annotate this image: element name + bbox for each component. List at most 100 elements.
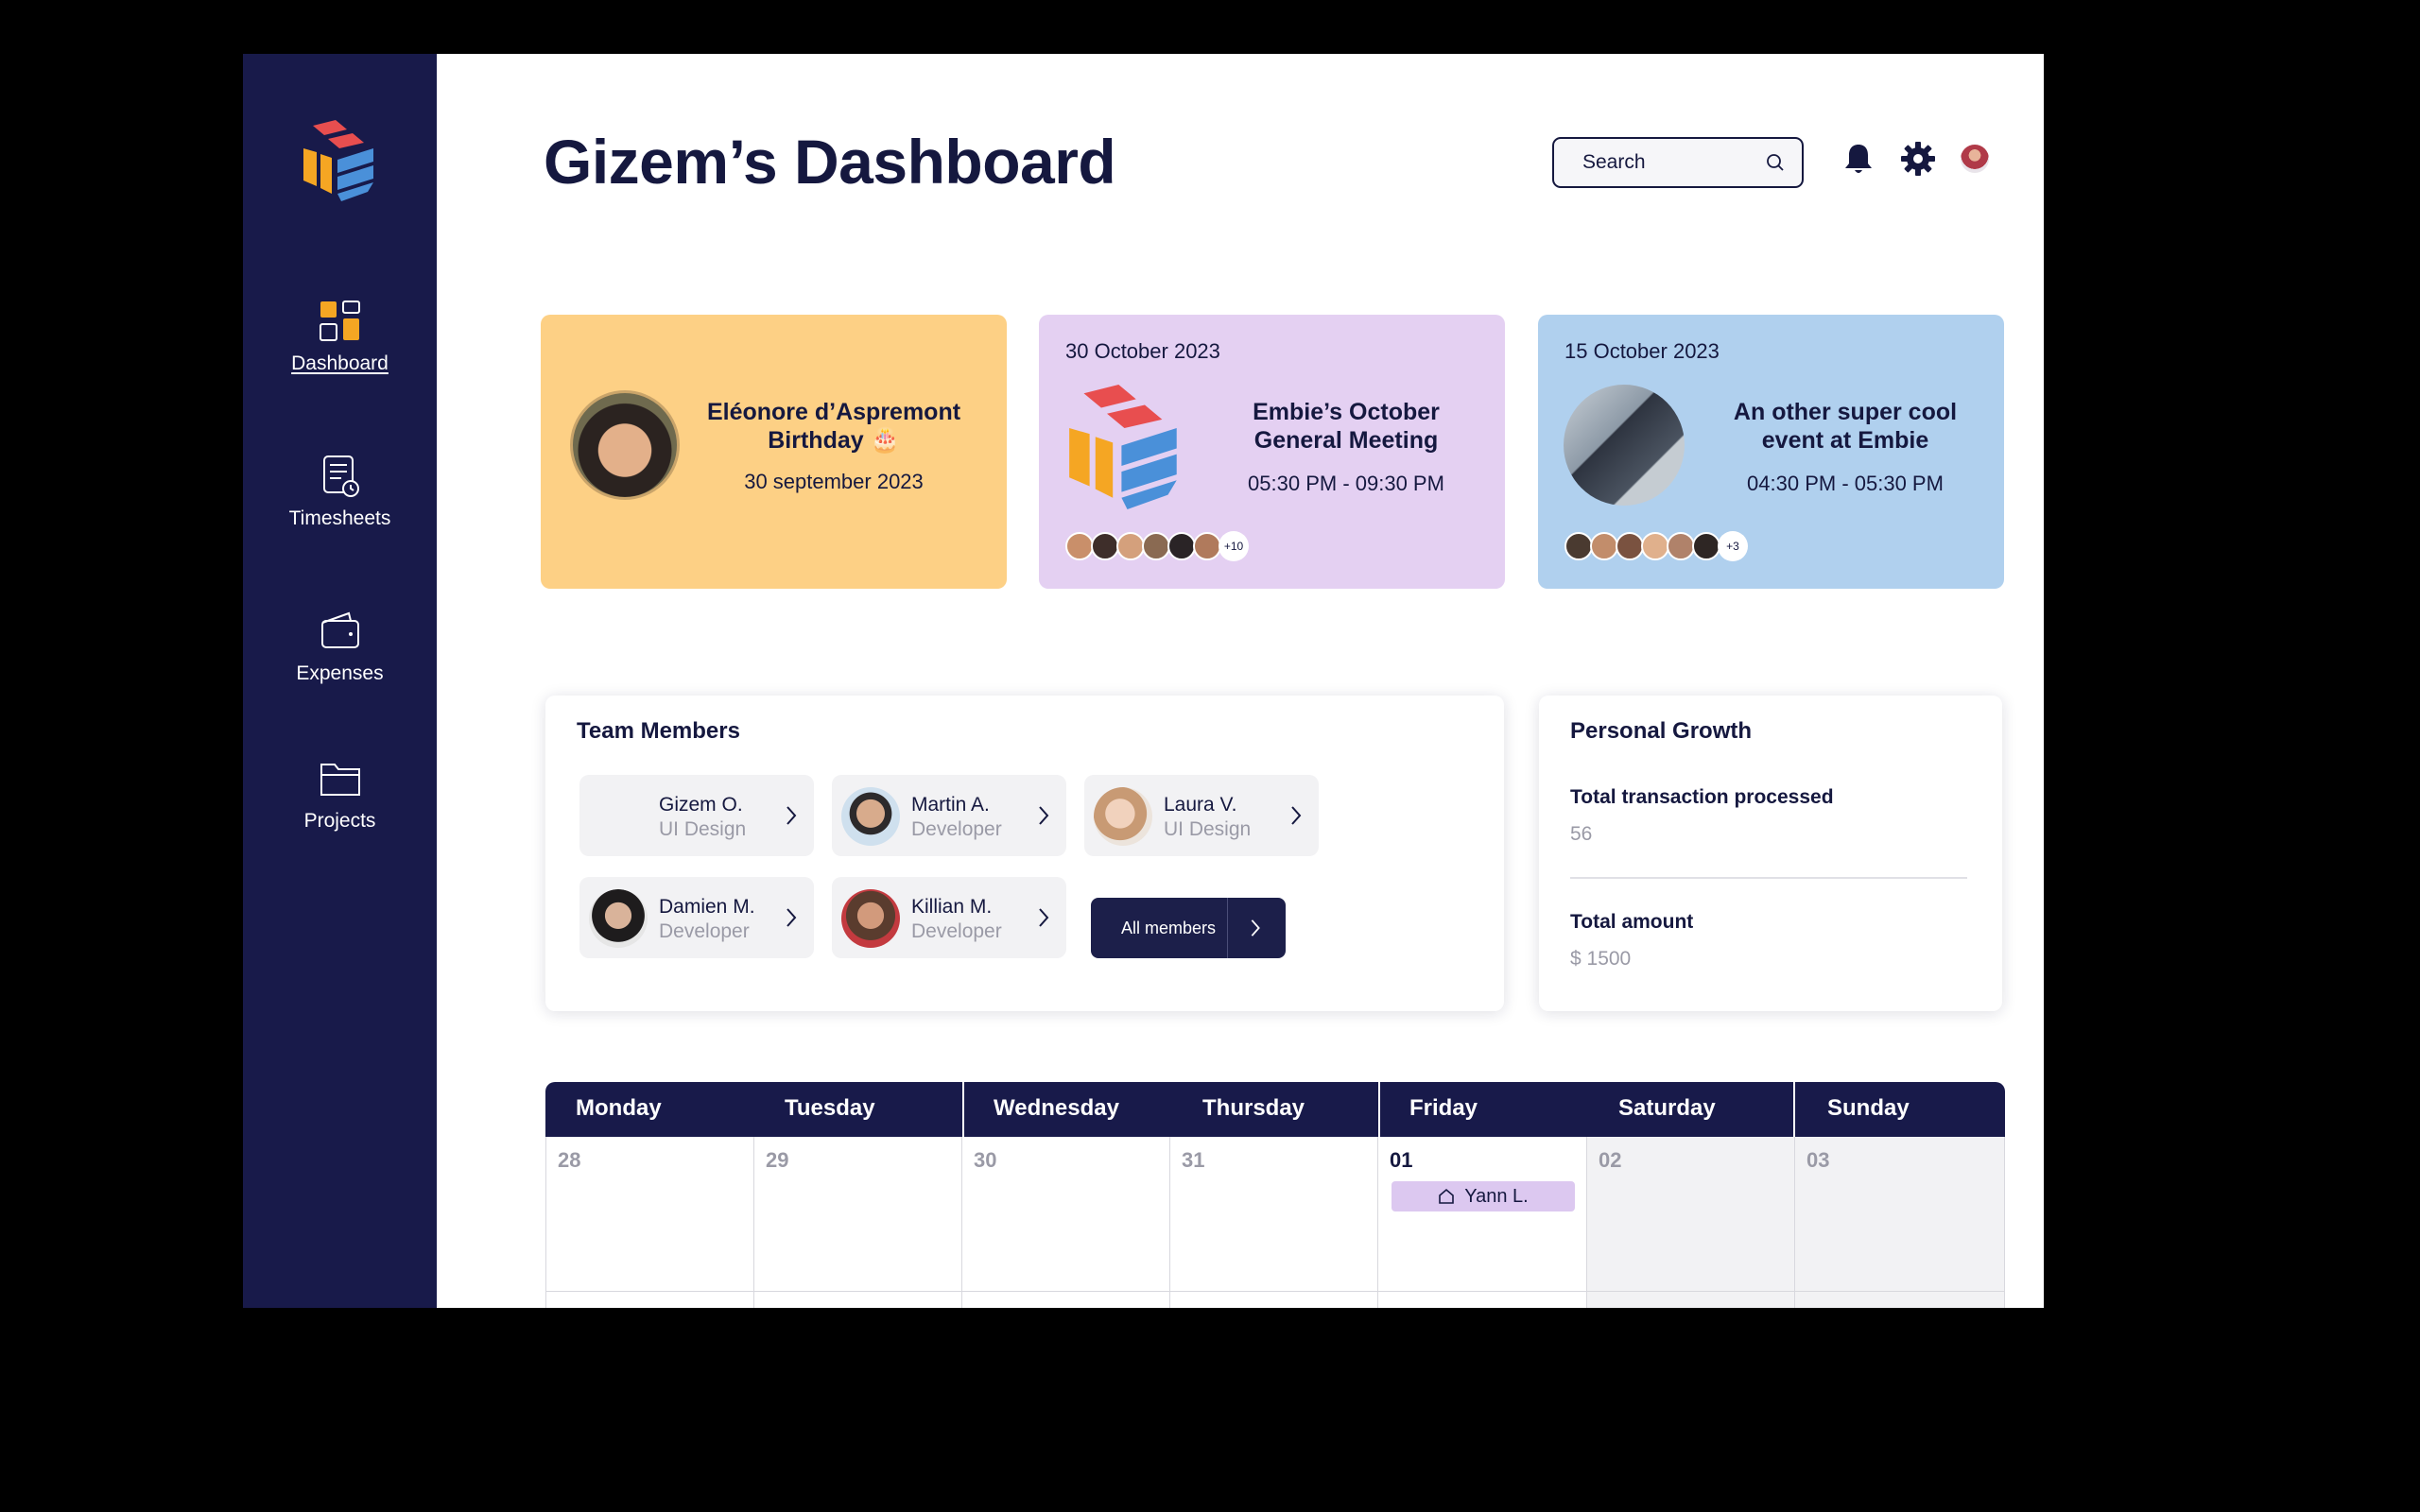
member-name: Damien M.: [659, 896, 755, 918]
member-name: Martin A.: [911, 794, 990, 816]
calendar-day-cell[interactable]: 30: [962, 1137, 1170, 1292]
member-name: Laura V.: [1164, 794, 1237, 816]
home-icon: [1439, 1188, 1455, 1204]
member-avatar: [589, 787, 648, 846]
button-divider: [1227, 898, 1228, 958]
sidebar-item-projects[interactable]: Projects: [243, 757, 437, 833]
sidebar-item-label: Dashboard: [291, 352, 389, 374]
attendee-avatars[interactable]: +10: [1065, 531, 1249, 561]
cool-event-card[interactable]: 15 October 2023 An other super cool even…: [1538, 315, 2004, 589]
team-members-panel: Team Members Gizem O. UI Design Martin A…: [545, 696, 1504, 1011]
event-title: Embie’s October General Meeting: [1253, 399, 1440, 454]
metric-label: Total amount: [1570, 911, 1694, 933]
calendar-day-cell[interactable]: [962, 1292, 1170, 1308]
day-number: 29: [766, 1148, 789, 1172]
day-name: Thursday: [1202, 1095, 1305, 1121]
day-name: Saturday: [1618, 1095, 1716, 1121]
day-name: Tuesday: [785, 1095, 875, 1121]
attendee-avatars[interactable]: +3: [1564, 531, 1748, 561]
chevron-right-icon: [1291, 806, 1302, 825]
attendee-avatar: [1564, 532, 1593, 560]
calendar-day-cell-today[interactable]: 01 Yann L.: [1378, 1137, 1587, 1292]
attendee-avatar: [1167, 532, 1196, 560]
sidebar-item-timesheets[interactable]: Timesheets: [243, 455, 437, 530]
dashboard-grid-icon: [319, 301, 360, 341]
search-box[interactable]: [1552, 137, 1804, 188]
calendar-day-cell[interactable]: 28: [545, 1137, 754, 1292]
calendar-header: Monday Tuesday Wednesday Thursday Friday…: [545, 1082, 2005, 1137]
calendar-day-cell[interactable]: 03: [1795, 1137, 2005, 1292]
sidebar-item-label: Projects: [303, 810, 376, 832]
personal-growth-panel: Personal Growth Total transaction proces…: [1539, 696, 2002, 1011]
team-member-card[interactable]: Gizem O. UI Design: [579, 775, 814, 856]
divider: [1570, 877, 1967, 879]
chevron-right-icon: [786, 806, 797, 825]
meeting-event-card[interactable]: 30 October 2023 Embie’s October General …: [1039, 315, 1505, 589]
chevron-right-icon: [1039, 806, 1049, 825]
day-number: 03: [1806, 1148, 1830, 1172]
birthday-date: 30 september 2023: [744, 470, 924, 493]
more-attendees-badge: +3: [1718, 531, 1748, 561]
all-members-button[interactable]: All members: [1091, 898, 1286, 958]
birthday-card[interactable]: Eléonore d’Aspremont Birthday 🎂 30 septe…: [541, 315, 1007, 589]
calendar-day-cell[interactable]: [1587, 1292, 1795, 1308]
calendar-day-cell[interactable]: 02: [1587, 1137, 1795, 1292]
member-role: Developer: [659, 920, 750, 942]
sidebar-item-label: Expenses: [296, 662, 384, 684]
search-input[interactable]: [1582, 151, 1753, 174]
day-number: 31: [1182, 1148, 1205, 1172]
team-member-card[interactable]: Damien M. Developer: [579, 877, 814, 958]
team-member-card[interactable]: Martin A. Developer: [832, 775, 1066, 856]
calendar-day-cell[interactable]: 29: [754, 1137, 962, 1292]
member-avatar: [1094, 787, 1152, 846]
team-member-card[interactable]: Killian M. Developer: [832, 877, 1066, 958]
birthday-title: Eléonore d’Aspremont Birthday 🎂: [706, 399, 961, 454]
calendar-day-cell[interactable]: [754, 1292, 962, 1308]
member-role: Developer: [911, 818, 1002, 840]
panel-title: Team Members: [577, 718, 740, 744]
calendar-day-cell[interactable]: [1795, 1292, 2005, 1308]
member-name: Killian M.: [911, 896, 993, 918]
app-window: Dashboard Timesheets Expenses Projects G…: [243, 54, 2044, 1308]
panel-title: Personal Growth: [1570, 718, 1753, 744]
bell-icon[interactable]: [1841, 141, 1876, 177]
metric-value: $ 1500: [1570, 948, 1632, 970]
attendee-avatar: [1142, 532, 1170, 560]
attendee-avatar: [1091, 532, 1119, 560]
day-number: 02: [1599, 1148, 1622, 1172]
event-title: An other super cool event at Embie: [1733, 399, 1958, 454]
attendee-avatar: [1065, 532, 1094, 560]
calendar-day-cell[interactable]: [545, 1292, 754, 1308]
more-attendees-badge: +10: [1219, 531, 1249, 561]
calendar-day-cell[interactable]: 31: [1170, 1137, 1378, 1292]
day-number: 28: [558, 1148, 581, 1172]
calendar-day-cell[interactable]: [1170, 1292, 1378, 1308]
member-avatar: [589, 889, 648, 948]
attendee-avatar: [1616, 532, 1644, 560]
embie-logo-icon: [303, 120, 373, 201]
member-name: Gizem O.: [659, 794, 743, 816]
team-member-card[interactable]: Laura V. UI Design: [1084, 775, 1319, 856]
day-number: 01: [1390, 1148, 1413, 1172]
birthday-person-photo: [570, 390, 680, 500]
gear-icon[interactable]: [1900, 141, 1936, 177]
calendar-event[interactable]: Yann L.: [1392, 1181, 1575, 1211]
attendee-avatar: [1692, 532, 1720, 560]
calendar-day-cell[interactable]: [1378, 1292, 1587, 1308]
wallet-icon: [320, 611, 359, 648]
day-name: Monday: [576, 1095, 662, 1121]
user-avatar[interactable]: [1961, 145, 1989, 173]
event-time: 04:30 PM - 05:30 PM: [1747, 472, 1944, 495]
sidebar-item-label: Timesheets: [288, 507, 391, 529]
chevron-right-icon: [786, 908, 797, 927]
sidebar-item-expenses[interactable]: Expenses: [243, 610, 437, 685]
header-divider: [1378, 1082, 1380, 1137]
search-icon: [1767, 154, 1784, 171]
member-role: UI Design: [659, 818, 747, 840]
week-calendar: Monday Tuesday Wednesday Thursday Friday…: [545, 1082, 2005, 1308]
attendee-avatar: [1641, 532, 1669, 560]
header-divider: [1793, 1082, 1795, 1137]
folder-icon: [320, 764, 360, 796]
member-avatar: [841, 889, 900, 948]
sidebar-item-dashboard[interactable]: Dashboard: [243, 300, 437, 375]
